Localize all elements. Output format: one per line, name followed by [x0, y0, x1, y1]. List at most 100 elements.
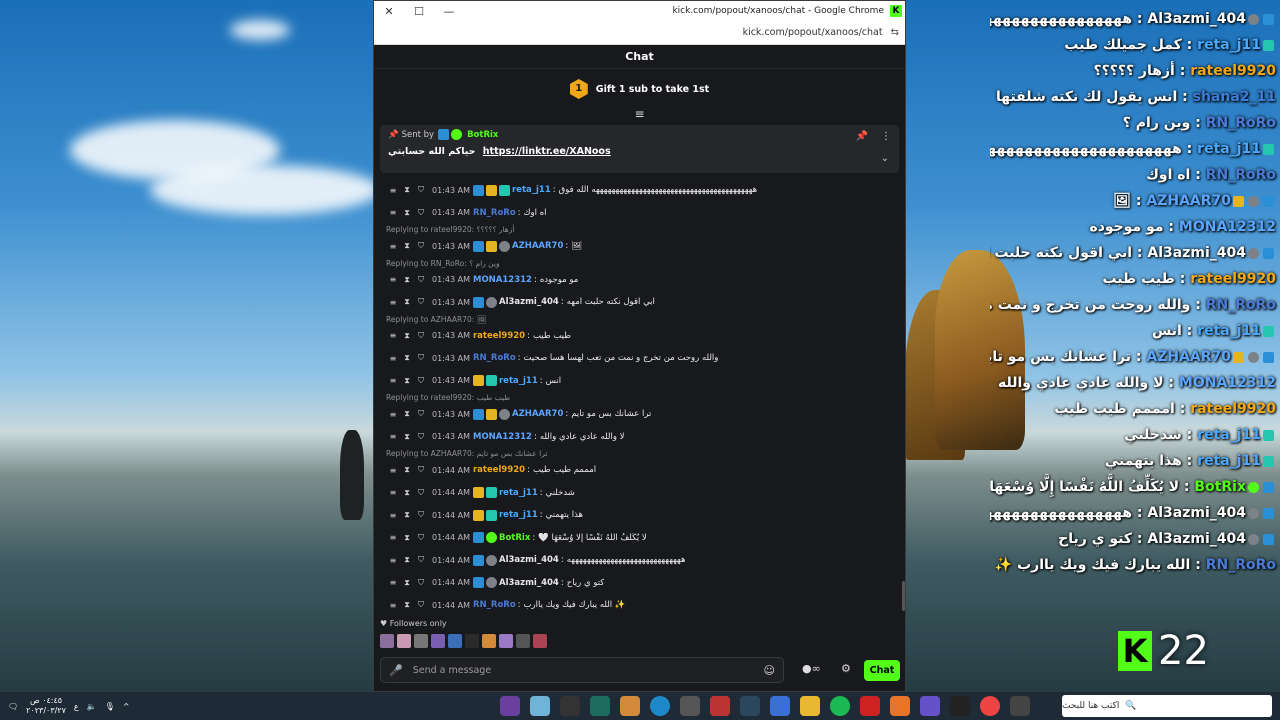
message-input-placeholder[interactable]: Send a message [413, 665, 491, 676]
ban-shield-icon[interactable]: ⛉ [416, 432, 426, 442]
ban-shield-icon[interactable]: ⛉ [416, 208, 426, 218]
ban-shield-icon[interactable]: ⛉ [416, 600, 426, 610]
chevron-up-icon[interactable]: ^ [123, 702, 130, 711]
ban-shield-icon[interactable]: ⛉ [416, 185, 426, 195]
ban-shield-icon[interactable]: ⛉ [416, 555, 426, 565]
chat-scrollbar[interactable] [902, 581, 905, 611]
drag-handle-icon[interactable]: ≡ [388, 354, 398, 363]
channel-points-icon[interactable]: ●∞ [802, 662, 821, 675]
drag-handle-icon[interactable]: ≡ [388, 186, 398, 195]
username[interactable]: RN_RoRo [473, 600, 516, 610]
timeout-icon[interactable]: ⧗ [402, 510, 412, 520]
app-icon-5[interactable] [619, 696, 640, 716]
mic-tray-icon[interactable]: 🎙 [105, 702, 115, 711]
taskbar-search-box[interactable]: 🔍 اكتب هنا للبحث [1062, 695, 1272, 717]
emoji-picker-icon[interactable]: ☺ [764, 664, 775, 677]
send-chat-button[interactable]: Chat [864, 660, 900, 681]
spotify-icon[interactable] [829, 696, 850, 716]
timeout-icon[interactable]: ⧗ [402, 185, 412, 195]
drag-handle-icon[interactable]: ≡ [388, 298, 398, 307]
gift-sub-banner[interactable]: 1 Gift 1 sub to take 1st [374, 69, 905, 109]
pinned-link[interactable]: https://linktr.ee/XANoos [483, 146, 611, 157]
site-settings-icon[interactable]: ⇆ [891, 27, 899, 38]
username[interactable]: reta_j11 [499, 488, 538, 498]
timeout-icon[interactable]: ⧗ [402, 275, 412, 285]
drag-handle-icon[interactable]: ≡ [388, 511, 398, 520]
reply-context[interactable]: Replying to AZHAAR70: ترا عشانك بس مو تا… [374, 448, 907, 459]
username[interactable]: MONA12312 [473, 432, 532, 442]
timeout-icon[interactable]: ⧗ [402, 353, 412, 363]
drag-handle-icon[interactable]: ≡ [388, 275, 398, 284]
ban-shield-icon[interactable]: ⛉ [416, 275, 426, 285]
app-icon-8[interactable] [709, 696, 730, 716]
close-window-button[interactable]: ✕ [374, 5, 404, 18]
ban-shield-icon[interactable]: ⛉ [416, 533, 426, 543]
timeout-icon[interactable]: ⧗ [402, 376, 412, 386]
timeout-icon[interactable]: ⧗ [402, 600, 412, 610]
pinned-bot-name[interactable]: BotRix [467, 130, 498, 140]
drag-handle-icon[interactable]: ≡ [388, 242, 398, 251]
emote-10[interactable] [533, 634, 547, 648]
username[interactable]: MONA12312 [473, 275, 532, 285]
minimize-window-button[interactable]: — [434, 5, 464, 18]
timeout-icon[interactable]: ⧗ [402, 409, 412, 419]
clock[interactable]: ٠٤:٤٥ ص ٢٠٢٣/٠٣/٢٧ [26, 696, 66, 716]
app-icon-14[interactable] [889, 696, 910, 716]
drag-handle-icon[interactable]: ≡ [388, 601, 398, 610]
timeout-icon[interactable]: ⧗ [402, 465, 412, 475]
task-view-icon[interactable] [1009, 696, 1030, 716]
url-bar[interactable]: kick.com/popout/xanoos/chat ⇆ [374, 21, 905, 45]
emote-7[interactable] [482, 634, 496, 648]
timeout-icon[interactable]: ⧗ [402, 488, 412, 498]
drag-handle-icon[interactable]: ≡ [388, 331, 398, 340]
username[interactable]: Al3azmi_404 [499, 297, 559, 307]
username[interactable]: rateel9920 [473, 465, 525, 475]
emote-1[interactable] [380, 634, 394, 648]
reply-context[interactable]: Replying to rateel9920: طيب طيب [374, 392, 907, 403]
ban-shield-icon[interactable]: ⛉ [416, 241, 426, 251]
drag-handle-icon[interactable]: ≡ [388, 578, 398, 587]
app-icon-3[interactable] [559, 696, 580, 716]
maximize-window-button[interactable]: ☐ [404, 5, 434, 18]
app-icon-4[interactable] [589, 696, 610, 716]
drag-handle-icon[interactable]: ≡ [388, 432, 398, 441]
reply-context[interactable]: Replying to RN_RoRo: وين رام ؟ [374, 258, 907, 269]
ban-shield-icon[interactable]: ⛉ [416, 376, 426, 386]
ban-shield-icon[interactable]: ⛉ [416, 578, 426, 588]
emote-6[interactable] [465, 634, 479, 648]
drag-handle-icon[interactable]: ≡ [388, 466, 398, 475]
username[interactable]: BotRix [499, 533, 530, 543]
app-icon-10[interactable] [769, 696, 790, 716]
app-icon-13[interactable] [859, 696, 880, 716]
emote-2[interactable] [397, 634, 411, 648]
url-text[interactable]: kick.com/popout/xanoos/chat [743, 27, 883, 38]
username[interactable]: RN_RoRo [473, 208, 516, 218]
ban-shield-icon[interactable]: ⛉ [416, 465, 426, 475]
emote-9[interactable] [516, 634, 530, 648]
drag-handle-icon[interactable]: ≡ [388, 208, 398, 217]
file-explorer-icon[interactable] [799, 696, 820, 716]
timeout-icon[interactable]: ⧗ [402, 555, 412, 565]
ban-shield-icon[interactable]: ⛉ [416, 488, 426, 498]
ban-shield-icon[interactable]: ⛉ [416, 409, 426, 419]
username[interactable]: RN_RoRo [473, 353, 516, 363]
drag-handle-icon[interactable]: ≡ [388, 556, 398, 565]
emote-8[interactable] [499, 634, 513, 648]
app-icon-2[interactable] [529, 696, 550, 716]
username[interactable]: Al3azmi_404 [499, 555, 559, 565]
ban-shield-icon[interactable]: ⛉ [416, 353, 426, 363]
drag-handle-icon[interactable]: ≡ [388, 488, 398, 497]
emote-3[interactable] [414, 634, 428, 648]
drag-handle-icon[interactable]: ≡ [388, 533, 398, 542]
epic-games-icon[interactable] [949, 696, 970, 716]
reply-context[interactable]: Replying to rateel9920: أزهار ؟؟؟؟؟ [374, 224, 907, 235]
timeout-icon[interactable]: ⧗ [402, 578, 412, 588]
steam-icon[interactable] [739, 696, 760, 716]
chat-settings-gear-icon[interactable]: ⚙ [841, 662, 851, 675]
edge-icon[interactable] [649, 696, 670, 716]
username[interactable]: reta_j11 [499, 376, 538, 386]
notification-icon[interactable]: 🗨 [8, 702, 18, 711]
app-icon-1[interactable] [499, 696, 520, 716]
taskbar-search-placeholder[interactable]: اكتب هنا للبحث [1062, 701, 1119, 711]
timeout-icon[interactable]: ⧗ [402, 533, 412, 543]
